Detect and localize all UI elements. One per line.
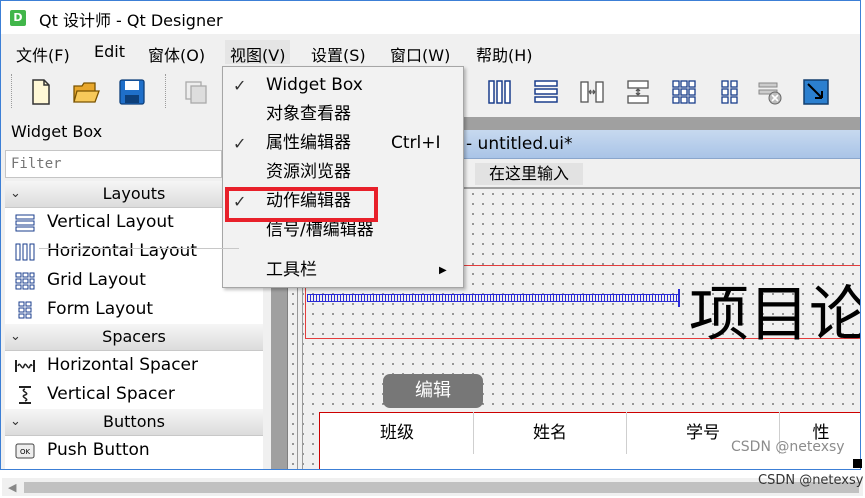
- widget-filter-input[interactable]: [5, 150, 222, 178]
- toolbar-separator: [165, 74, 167, 108]
- menu-help[interactable]: 帮助(H): [471, 40, 538, 65]
- view-menu-item-property-editor[interactable]: ✓ 属性编辑器 Ctrl+I: [223, 129, 463, 158]
- category-buttons[interactable]: ⌄ Buttons: [5, 409, 263, 436]
- widget-vertical-spacer[interactable]: Vertical Spacer: [5, 380, 263, 409]
- menu-window[interactable]: 窗口(W): [385, 40, 455, 65]
- menu-bar: 文件(F) Edit 窗体(O) 视图(V) 设置(S) 窗口(W) 帮助(H): [1, 37, 860, 65]
- qt-designer-app-icon: D: [10, 10, 26, 26]
- horizontal-splitter-icon[interactable]: [577, 77, 607, 107]
- menu-item-label: 属性编辑器: [266, 133, 351, 153]
- table-header-class[interactable]: 班级: [321, 412, 474, 454]
- menu-item-shortcut: Ctrl+I: [391, 133, 441, 153]
- category-label: Layouts: [102, 184, 166, 203]
- form-subwindow-title: - untitled.ui*: [466, 134, 573, 154]
- watermark-outer: CSDN @netexsy: [758, 473, 864, 488]
- vertical-layout-icon: [15, 214, 35, 232]
- table-header-name[interactable]: 姓名: [474, 412, 627, 454]
- widget-label: Vertical Layout: [47, 212, 174, 232]
- horizontal-scrollbar[interactable]: ◀: [2, 478, 863, 496]
- view-menu-item-toolbars[interactable]: 工具栏 ▶: [223, 256, 463, 285]
- highlight-annotation: [225, 187, 378, 222]
- category-spacers[interactable]: ⌄ Spacers: [5, 324, 263, 351]
- widget-label: Horizontal Spacer: [47, 355, 198, 375]
- adjust-size-icon[interactable]: [801, 77, 831, 107]
- grid-layout-icon[interactable]: [669, 77, 699, 107]
- form-layout-icon: [18, 301, 32, 319]
- break-layout-icon[interactable]: [755, 77, 785, 107]
- spacer-end-cap: [678, 289, 680, 307]
- horizontal-spacer-icon: [15, 360, 35, 372]
- push-button-icon: OK: [15, 443, 35, 459]
- menu-item-label: Widget Box: [266, 75, 363, 95]
- view-menu-item-widget-box[interactable]: ✓ Widget Box: [223, 71, 463, 100]
- check-icon: ✓: [233, 134, 247, 153]
- resize-grip[interactable]: [853, 459, 862, 468]
- horizontal-layout-icon[interactable]: [485, 77, 515, 107]
- scrollbar-thumb[interactable]: [24, 482, 859, 493]
- widget-label: Form Layout: [47, 299, 154, 319]
- widget-label: Grid Layout: [47, 270, 146, 290]
- edit-button[interactable]: 编辑: [383, 374, 483, 408]
- menu-file[interactable]: 文件(F): [11, 40, 75, 65]
- chevron-down-icon: ⌄: [10, 329, 21, 344]
- submenu-arrow-icon: ▶: [439, 265, 447, 276]
- menu-settings[interactable]: 设置(S): [306, 40, 371, 65]
- view-menu-item-object-inspector[interactable]: 对象查看器: [223, 100, 463, 129]
- watermark-inner: CSDN @netexsy: [731, 439, 845, 455]
- title-bar[interactable]: D Qt 设计师 - Qt Designer: [1, 1, 860, 34]
- window-title: Qt 设计师 - Qt Designer: [39, 11, 223, 30]
- chevron-down-icon: ⌄: [10, 186, 21, 201]
- save-icon[interactable]: [117, 77, 147, 107]
- widget-push-button[interactable]: OK Push Button: [5, 436, 263, 465]
- widget-label: Vertical Spacer: [47, 384, 175, 404]
- grid-layout-icon: [15, 272, 35, 290]
- menu-separator: [39, 248, 239, 249]
- check-icon: ✓: [233, 76, 247, 95]
- menu-item-label: 对象查看器: [266, 104, 351, 124]
- widget-label: Push Button: [47, 440, 150, 460]
- menu-edit[interactable]: Edit: [89, 40, 130, 64]
- horizontal-spacer-widget[interactable]: [307, 294, 679, 302]
- form-layout-icon[interactable]: [715, 77, 745, 107]
- new-file-icon[interactable]: [25, 77, 55, 107]
- vertical-splitter-icon[interactable]: [623, 77, 653, 107]
- open-folder-icon[interactable]: [71, 77, 101, 107]
- widget-form-layout[interactable]: Form Layout: [5, 295, 263, 324]
- type-here-menu[interactable]: 在这里输入: [475, 163, 583, 185]
- toolbar-grip[interactable]: [11, 74, 13, 108]
- heading-label[interactable]: 项目论: [689, 266, 860, 353]
- view-menu-dropdown: ✓ Widget Box 对象查看器 ✓ 属性编辑器 Ctrl+I 资源浏览器 …: [222, 66, 464, 288]
- svg-text:OK: OK: [20, 448, 31, 456]
- menu-form[interactable]: 窗体(O): [143, 40, 210, 65]
- menu-item-label: 工具栏: [266, 260, 317, 280]
- vertical-spacer-icon: [19, 386, 31, 404]
- chevron-down-icon: ⌄: [10, 414, 21, 429]
- menu-view[interactable]: 视图(V): [225, 40, 291, 65]
- category-label: Spacers: [102, 327, 166, 346]
- view-menu-item-resource-browser[interactable]: 资源浏览器: [223, 158, 463, 187]
- copy-icon[interactable]: [181, 77, 211, 107]
- vertical-layout-icon[interactable]: [531, 77, 561, 107]
- widget-label: Horizontal Layout: [47, 241, 197, 261]
- scroll-left-icon[interactable]: ◀: [8, 481, 16, 494]
- horizontal-layout-icon: [15, 243, 35, 261]
- menu-item-label: 资源浏览器: [266, 162, 351, 182]
- designer-window: D Qt 设计师 - Qt Designer 文件(F) Edit 窗体(O) …: [0, 0, 861, 470]
- widget-horizontal-spacer[interactable]: Horizontal Spacer: [5, 351, 263, 380]
- category-label: Buttons: [103, 412, 165, 431]
